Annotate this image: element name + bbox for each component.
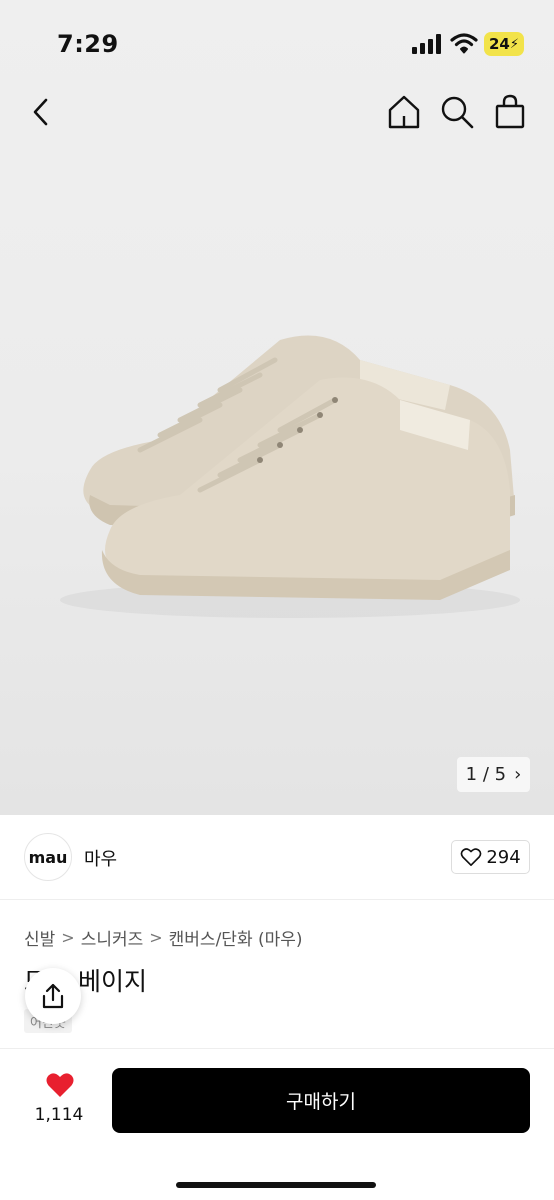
sneaker-illustration xyxy=(60,335,520,618)
brand-logo[interactable]: mau xyxy=(24,833,72,881)
battery-icon: 24 ⚡ xyxy=(484,32,524,56)
shopping-bag-button[interactable] xyxy=(490,92,530,132)
battery-level: 24 xyxy=(488,35,510,53)
image-pager-text: 1 / 5 xyxy=(465,764,507,785)
product-page: 7:29 24 ⚡ 1 / 5 › mau 마우 294 신발 > 스니커즈 >… xyxy=(0,0,554,1200)
back-button[interactable] xyxy=(26,92,58,132)
status-time: 7:29 xyxy=(57,30,119,58)
bottom-action-bar: 1,114 구매하기 xyxy=(0,1048,554,1200)
breadcrumb-item[interactable]: 캔버스/단화 (마우) xyxy=(169,925,303,950)
like-count: 294 xyxy=(486,846,521,868)
home-button[interactable] xyxy=(384,92,424,132)
status-bar: 7:29 24 ⚡ xyxy=(0,0,554,88)
breadcrumb-separator: > xyxy=(149,928,163,947)
home-indicator xyxy=(176,1182,376,1188)
wifi-icon xyxy=(450,33,478,54)
share-button[interactable] xyxy=(25,968,81,1024)
brand-row: mau 마우 294 xyxy=(0,815,554,900)
image-pager[interactable]: 1 / 5 › xyxy=(457,757,530,792)
breadcrumb-separator: > xyxy=(61,928,75,947)
product-image[interactable]: 7:29 24 ⚡ 1 / 5 › xyxy=(0,0,554,815)
search-icon xyxy=(441,96,474,129)
search-button[interactable] xyxy=(437,92,477,132)
wishlist-count: 1,114 xyxy=(34,1105,84,1125)
breadcrumb-item[interactable]: 스니커즈 xyxy=(81,925,144,950)
home-icon xyxy=(388,95,420,129)
heart-outline-icon xyxy=(460,848,482,866)
share-icon xyxy=(42,983,64,1009)
buy-button[interactable]: 구매하기 xyxy=(112,1068,530,1133)
cellular-signal-icon xyxy=(412,34,441,54)
like-button[interactable]: 294 xyxy=(451,840,530,874)
heart-filled-icon[interactable] xyxy=(45,1071,75,1099)
shopping-bag-icon xyxy=(495,94,525,129)
breadcrumb: 신발 > 스니커즈 > 캔버스/단화 (마우) xyxy=(24,925,303,950)
chevron-left-icon xyxy=(33,98,48,126)
breadcrumb-item[interactable]: 신발 xyxy=(24,925,55,950)
charging-bolt-icon: ⚡ xyxy=(509,36,519,52)
brand-name[interactable]: 마우 xyxy=(84,845,117,871)
chevron-right-icon: › xyxy=(514,764,522,785)
